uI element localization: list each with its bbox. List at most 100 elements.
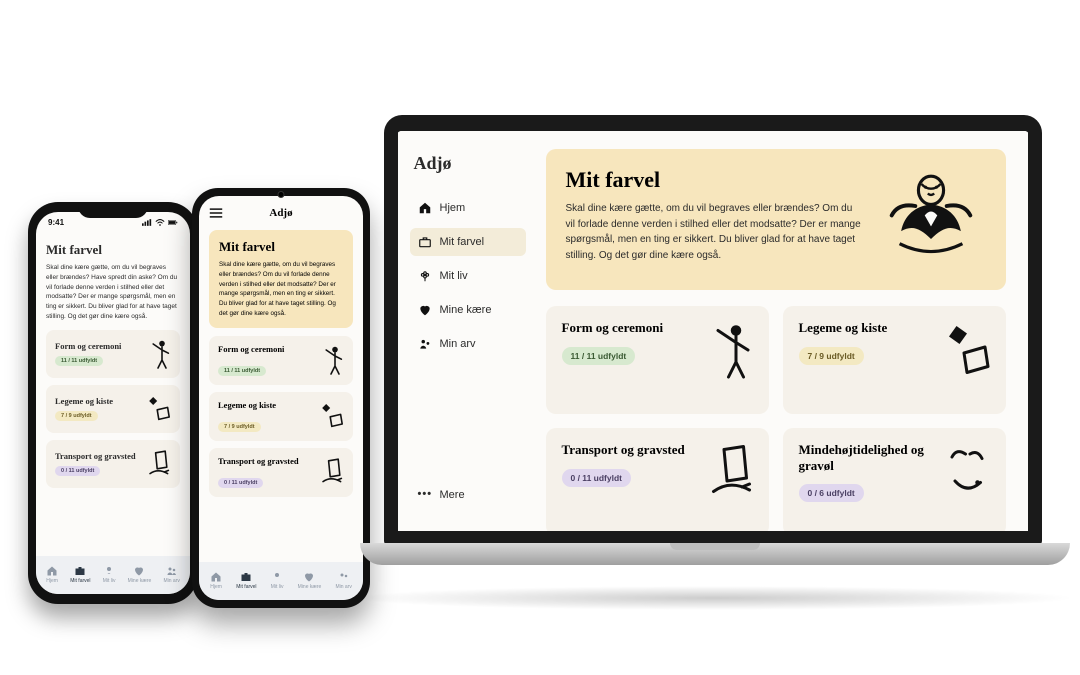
- star-box-icon: [944, 320, 990, 380]
- card-title: Form og ceremoni: [562, 320, 697, 336]
- tab-home[interactable]: Hjem: [210, 571, 222, 590]
- battery-icon: [168, 219, 178, 226]
- tab-home[interactable]: Hjem: [46, 565, 58, 584]
- card-pill: 11 / 11 udfyldt: [562, 347, 636, 365]
- phone1-screen: 9:41 Mit farvel Skal dine kære gætte, om…: [36, 212, 190, 594]
- phone1-card-legeme[interactable]: Legeme og kiste 7 / 9 udfyldt: [46, 385, 180, 433]
- person-arms-icon: [318, 344, 344, 376]
- tab-label: Mit liv: [103, 578, 116, 584]
- briefcase-icon: [418, 235, 432, 249]
- hero-banner: Mit farvel Skal dine kære gætte, om du v…: [546, 149, 1006, 290]
- card-pill: 7 / 9 udfyldt: [799, 347, 864, 365]
- flower-icon: [418, 269, 432, 283]
- phone2-hero-title: Mit farvel: [219, 239, 343, 255]
- nav-home[interactable]: Hjem: [410, 194, 526, 222]
- laptop-app: Adjø Hjem Mit farvel Mit liv Mine kære: [398, 131, 1028, 531]
- card-title: Transport og gravsted: [218, 456, 312, 466]
- people-icon: [166, 565, 178, 577]
- tab-arv[interactable]: Min arv: [335, 571, 351, 590]
- headstone-icon: [145, 448, 171, 480]
- tab-liv[interactable]: Mit liv: [271, 571, 284, 590]
- nav-liv[interactable]: Mit liv: [410, 262, 526, 290]
- phone-camera: [278, 191, 285, 198]
- card-title: Transport og gravsted: [562, 442, 697, 458]
- tab-label: Mit farvel: [236, 584, 256, 590]
- nav-more[interactable]: ••• Mere: [410, 481, 526, 509]
- card-illustration: [707, 442, 753, 507]
- phone1-card-transport[interactable]: Transport og gravsted 0 / 11 udfyldt: [46, 440, 180, 488]
- sidebar: Adjø Hjem Mit farvel Mit liv Mine kære: [398, 131, 538, 531]
- laptop-screen: Adjø Hjem Mit farvel Mit liv Mine kære: [384, 115, 1042, 545]
- status-time: 9:41: [48, 218, 64, 227]
- card-illustration: [707, 320, 753, 385]
- tab-liv[interactable]: Mit liv: [103, 565, 116, 584]
- hugging-person-icon: [876, 167, 986, 267]
- card-title: Legeme og kiste: [55, 396, 139, 406]
- card-minde-gravol[interactable]: Mindehøjtidelighed og gravøl 0 / 6 udfyl…: [783, 428, 1006, 531]
- tab-arv[interactable]: Min arv: [163, 565, 179, 584]
- hamburger-button[interactable]: [209, 208, 223, 221]
- tab-label: Hjem: [46, 578, 58, 584]
- phone2-hero-body: Skal dine kære gætte, om du vil begraves…: [219, 260, 343, 319]
- nav-label: Mit farvel: [440, 236, 485, 248]
- signal-icon: [142, 219, 152, 226]
- brand-logo: Adjø: [410, 153, 526, 174]
- main-content: Mit farvel Skal dine kære gætte, om du v…: [538, 131, 1028, 531]
- tab-label: Min arv: [335, 584, 351, 590]
- nav-label: Mine kære: [440, 304, 492, 316]
- star-box-icon: [318, 400, 344, 432]
- device-phone-android: Adjø Mit farvel Skal dine kære gætte, om…: [192, 188, 370, 608]
- tab-kaere[interactable]: Mine kære: [128, 565, 152, 584]
- tab-kaere[interactable]: Mine kære: [298, 571, 322, 590]
- nav-kaere[interactable]: Mine kære: [410, 296, 526, 324]
- people-icon: [418, 337, 432, 351]
- flower-icon: [271, 571, 283, 583]
- phone1-tabbar: Hjem Mit farvel Mit liv Mine kære Min ar…: [36, 556, 190, 594]
- nav-label: Mere: [440, 489, 465, 501]
- tab-label: Mit liv: [271, 584, 284, 590]
- phone2-topbar: Adjø: [199, 196, 363, 230]
- card-illustration: [944, 320, 990, 385]
- nav-farvel[interactable]: Mit farvel: [410, 228, 526, 256]
- heart-icon: [303, 571, 315, 583]
- nav-arv[interactable]: Min arv: [410, 330, 526, 358]
- home-icon: [46, 565, 58, 577]
- card-legeme-kiste[interactable]: Legeme og kiste 7 / 9 udfyldt: [783, 306, 1006, 414]
- phone1-hero-body: Skal dine kære gætte, om du vil begraves…: [46, 263, 180, 322]
- tab-label: Mine kære: [128, 578, 152, 584]
- tab-farvel[interactable]: Mit farvel: [236, 571, 256, 590]
- card-form-ceremoni[interactable]: Form og ceremoni 11 / 11 udfyldt: [546, 306, 769, 414]
- phone1-content: Mit farvel Skal dine kære gætte, om du v…: [36, 232, 190, 488]
- tab-label: Min arv: [163, 578, 179, 584]
- phone1-card-form[interactable]: Form og ceremoni 11 / 11 udfyldt: [46, 330, 180, 378]
- briefcase-icon: [74, 565, 86, 577]
- hero-body: Skal dine kære gætte, om du vil begraves…: [566, 201, 862, 263]
- phone2-card-form[interactable]: Form og ceremoni 11 / 11 udfyldt: [209, 336, 353, 385]
- home-icon: [210, 571, 222, 583]
- person-arms-icon: [145, 338, 171, 370]
- card-pill: 11 / 11 udfyldt: [218, 366, 266, 376]
- phone1-hero-title: Mit farvel: [46, 242, 180, 258]
- nav-label: Mit liv: [440, 270, 468, 282]
- card-title: Legeme og kiste: [799, 320, 934, 336]
- phone2-card-legeme[interactable]: Legeme og kiste 7 / 9 udfyldt: [209, 392, 353, 441]
- phone2-card-list: Form og ceremoni 11 / 11 udfyldt Legeme …: [199, 336, 363, 497]
- card-transport-gravsted[interactable]: Transport og gravsted 0 / 11 udfyldt: [546, 428, 769, 531]
- home-icon: [418, 201, 432, 215]
- brand-logo: Adjø: [269, 207, 292, 219]
- phone2-tabbar: Hjem Mit farvel Mit liv Mine kære Min ar…: [199, 562, 363, 600]
- flower-icon: [103, 565, 115, 577]
- card-title: Form og ceremoni: [218, 344, 312, 354]
- card-pill: 7 / 9 udfyldt: [55, 411, 98, 421]
- hamburger-icon: [209, 208, 223, 218]
- laptop-shadow: [353, 586, 1073, 610]
- device-phone-iphone: 9:41 Mit farvel Skal dine kære gætte, om…: [28, 202, 198, 604]
- phone2-card-transport[interactable]: Transport og gravsted 0 / 11 udfyldt: [209, 448, 353, 497]
- card-pill: 7 / 9 udfyldt: [218, 422, 261, 432]
- tab-farvel[interactable]: Mit farvel: [70, 565, 90, 584]
- person-arms-icon: [707, 320, 753, 380]
- nav-label: Hjem: [440, 202, 466, 214]
- heart-icon: [418, 303, 432, 317]
- headstone-icon: [707, 442, 753, 502]
- phone-notch: [78, 202, 148, 218]
